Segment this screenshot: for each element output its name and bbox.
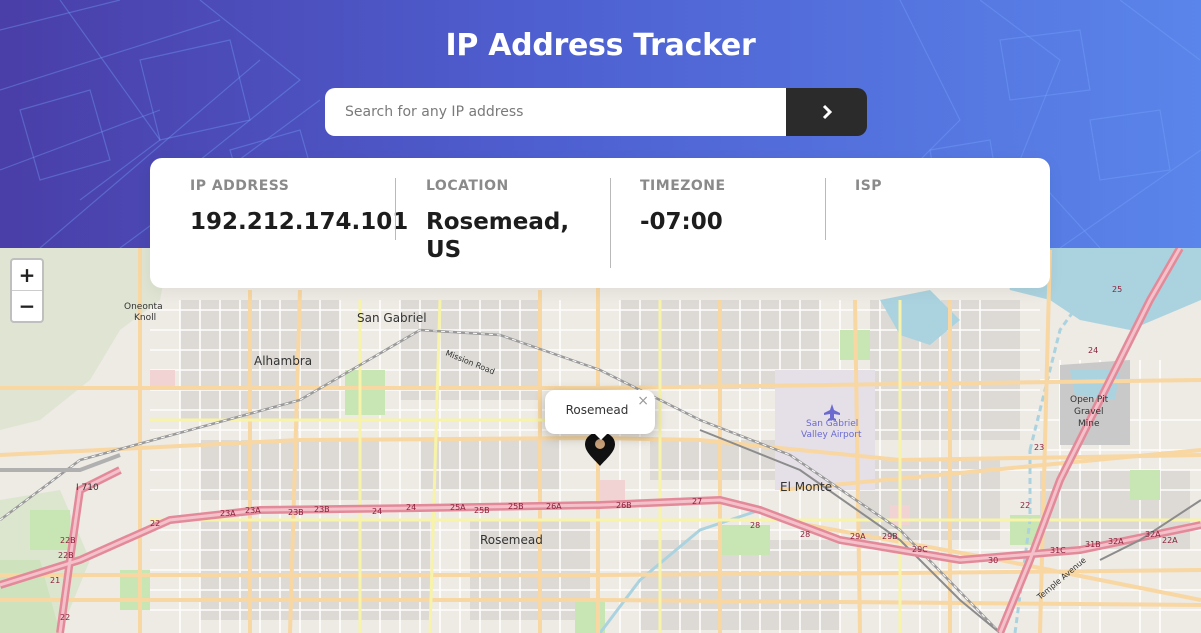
divider — [395, 178, 396, 240]
timezone-section: TIMEZONE -07:00 — [640, 178, 726, 236]
label-pit-3: Mine — [1078, 419, 1100, 429]
exit-22-2: 22 — [60, 613, 70, 622]
label-pit-2: Gravel — [1074, 407, 1104, 417]
page-title: IP Address Tracker — [445, 28, 756, 63]
exit-24: 24 — [372, 507, 382, 516]
exit-22a: 22A — [1162, 536, 1178, 545]
location-value-line2: US — [426, 237, 462, 263]
location-label: LOCATION — [426, 178, 509, 194]
label-pit-1: Open Pit — [1070, 395, 1109, 405]
search-submit-button[interactable] — [786, 88, 867, 136]
ip-tracker-page: IP Address Tracker Search for any IP add… — [0, 0, 1201, 633]
location-section: LOCATION Rosemead, US — [426, 178, 569, 264]
popup-close-button[interactable]: × — [637, 393, 649, 409]
exit-31c: 31C — [1050, 546, 1066, 555]
label-i710: I 710 — [76, 483, 99, 493]
exit-25b-2: 25B — [508, 502, 524, 511]
exit-31b: 31B — [1085, 540, 1101, 549]
ip-info-card: IP ADDRESS 192.212.174.101 LOCATION Rose… — [150, 158, 1050, 288]
label-el-monte: El Monte — [780, 480, 832, 494]
exit-25b: 25B — [474, 506, 490, 515]
exit-23b: 23B — [288, 508, 304, 517]
timezone-label: TIMEZONE — [640, 178, 726, 194]
exit-22b-2: 22B — [58, 551, 74, 560]
exit-28-2: 28 — [800, 530, 810, 539]
exit-23: 23 — [1034, 443, 1044, 452]
exit-26b: 26B — [616, 501, 632, 510]
divider — [610, 178, 611, 268]
exit-27: 27 — [692, 497, 702, 506]
ip-address-section: IP ADDRESS 192.212.174.101 — [190, 178, 408, 236]
exit-30: 30 — [988, 556, 998, 565]
timezone-value: -07:00 — [640, 209, 723, 235]
location-value: Rosemead, US — [426, 208, 569, 264]
exit-22: 22 — [150, 519, 160, 528]
label-san-gabriel: San Gabriel — [357, 311, 427, 325]
label-airport-1: San Gabriel — [806, 419, 858, 429]
popup-text: Rosemead — [565, 403, 629, 417]
exit-29b: 29B — [882, 532, 898, 541]
ip-search-input[interactable] — [325, 88, 786, 136]
exit-32a: 32A — [1108, 537, 1124, 546]
exit-29a: 29A — [850, 532, 866, 541]
exit-25-n: 25 — [1112, 285, 1122, 294]
label-oneonta-1: Oneonta — [124, 302, 163, 312]
exit-32a-2: 32A — [1145, 530, 1161, 539]
exit-24-2: 24 — [406, 503, 416, 512]
label-airport-2: Valley Airport — [801, 430, 862, 440]
exit-23b-2: 23B — [314, 505, 330, 514]
exit-25a: 25A — [450, 503, 466, 512]
ip-address-value: 192.212.174.101 — [190, 209, 409, 235]
exit-22b: 22B — [60, 536, 76, 545]
label-oneonta-2: Knoll — [134, 313, 156, 323]
exit-26a: 26A — [546, 502, 562, 511]
popup-tip — [593, 432, 609, 440]
exit-28: 28 — [750, 521, 760, 530]
location-value-line1: Rosemead, — [426, 209, 570, 235]
isp-label: ISP — [855, 178, 883, 194]
exit-23a-2: 23A — [245, 506, 261, 515]
isp-section: ISP — [855, 178, 882, 208]
label-rosemead: Rosemead — [480, 533, 543, 547]
exit-22-3: 22 — [1020, 501, 1030, 510]
zoom-out-button[interactable]: − — [12, 290, 42, 321]
ip-address-label: IP ADDRESS — [190, 178, 290, 194]
exit-21: 21 — [50, 576, 60, 585]
label-alhambra: Alhambra — [254, 354, 312, 368]
chevron-right-icon — [822, 104, 832, 120]
divider — [825, 178, 826, 240]
zoom-control: + − — [10, 258, 44, 323]
exit-23a: 23A — [220, 509, 236, 518]
exit-24-n: 24 — [1088, 346, 1098, 355]
zoom-in-button[interactable]: + — [12, 260, 42, 290]
map-popup: Rosemead × — [545, 390, 655, 440]
exit-29c: 29C — [912, 545, 928, 554]
search-bar — [325, 88, 867, 136]
